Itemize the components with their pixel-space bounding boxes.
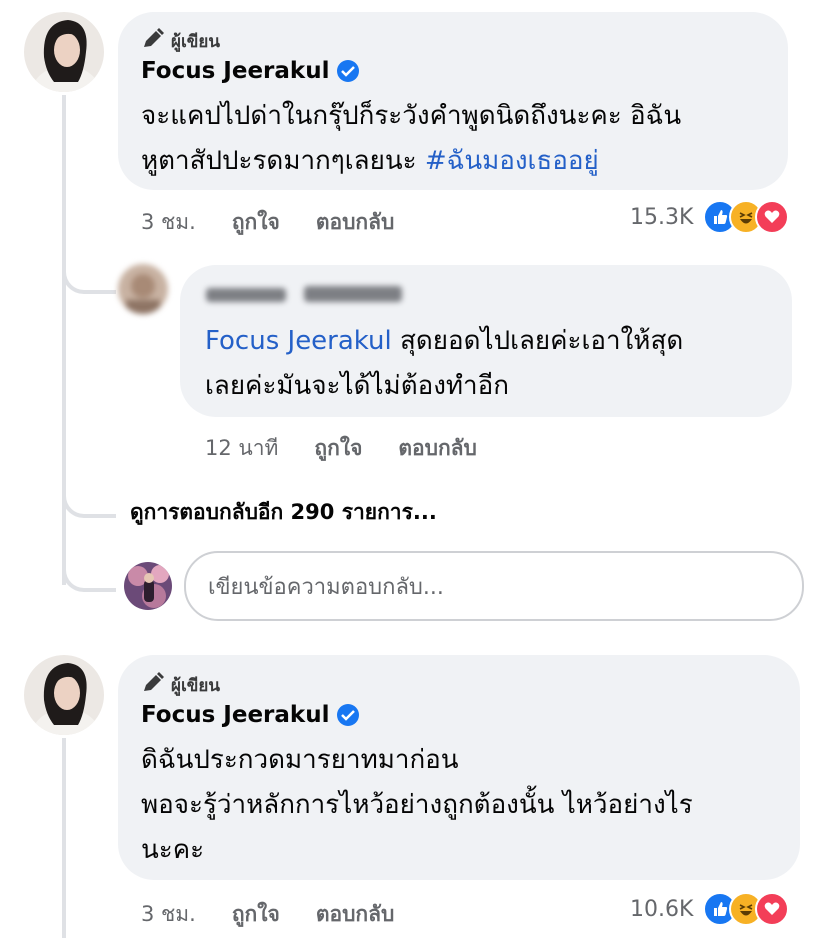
thread-line <box>62 95 66 585</box>
replier-name-redacted[interactable] <box>206 284 402 304</box>
thread-elbow <box>62 248 116 294</box>
reply-button[interactable]: ตอบกลับ <box>316 898 395 931</box>
view-more-replies-link[interactable]: ดูการตอบกลับอีก 290 รายการ... <box>130 496 437 529</box>
reply-input[interactable]: เขียนข้อความตอบกลับ... <box>184 551 804 621</box>
author-name[interactable]: Focus Jeerakul <box>141 702 329 728</box>
verified-icon <box>337 60 360 82</box>
reply-button[interactable]: ตอบกลับ <box>316 206 395 239</box>
comment-actions: 3 ชม. ถูกใจ ตอบกลับ <box>141 206 394 239</box>
comment-text-line: นะคะ <box>141 835 205 865</box>
reply-actions: 12 นาที ถูกใจ ตอบกลับ <box>205 432 477 465</box>
reply-text: Focus Jeerakul สุดยอดไปเลยค่ะเอาให้สุด เ… <box>205 319 785 409</box>
author-name[interactable]: Focus Jeerakul <box>141 58 329 84</box>
reaction-count: 10.6K <box>630 896 694 922</box>
like-button[interactable]: ถูกใจ <box>232 898 280 931</box>
comment-time[interactable]: 3 ชม. <box>141 206 196 239</box>
comment-text-line: จะแคปไปด่าในกรุ๊ปก็ระวังคำพูดนิดถึงนะคะ … <box>141 101 682 131</box>
love-reaction-icon <box>755 892 790 926</box>
pen-badge-icon <box>141 672 165 699</box>
comment-text: ดิฉันประกวดมารยาทมาก่อน พอจะรู้ว่าหลักกา… <box>141 738 791 873</box>
pen-badge-icon <box>141 28 165 55</box>
author-badge-label: ผู้เขียน <box>171 32 220 52</box>
reaction-summary[interactable]: 15.3K <box>630 200 790 234</box>
current-user-avatar <box>124 562 172 610</box>
reply-input-placeholder: เขียนข้อความตอบกลับ... <box>208 574 444 600</box>
reaction-summary[interactable]: 10.6K <box>630 892 790 926</box>
comment-author[interactable]: Focus Jeerakul <box>141 702 360 728</box>
reply-reply-button[interactable]: ตอบกลับ <box>398 432 477 465</box>
thread-line <box>62 738 66 938</box>
author-badge: ผู้เขียน <box>141 28 220 55</box>
reply-time[interactable]: 12 นาที <box>205 432 278 465</box>
comment-text-line: พอจะรู้ว่าหลักการไหว้อย่างถูกต้องนั้น ไห… <box>141 790 693 820</box>
thread-elbow <box>62 470 116 518</box>
mention-link[interactable]: Focus Jeerakul <box>205 326 392 356</box>
reply-text-line: Focus Jeerakul สุดยอดไปเลยค่ะเอาให้สุด <box>205 319 785 364</box>
author-badge: ผู้เขียน <box>141 672 220 699</box>
author-badge-label: ผู้เขียน <box>171 676 220 696</box>
author-avatar[interactable] <box>24 12 104 92</box>
reply-like-button[interactable]: ถูกใจ <box>314 432 362 465</box>
thread-elbow <box>62 548 116 592</box>
reaction-count: 15.3K <box>630 204 694 230</box>
hashtag-link[interactable]: #ฉันมองเธออยู่ <box>425 146 599 176</box>
reply-text-part: สุดยอดไปเลยค่ะเอาให้สุด <box>391 326 684 356</box>
comment-time[interactable]: 3 ชม. <box>141 898 196 931</box>
comment-text-line: ดิฉันประกวดมารยาทมาก่อน <box>141 745 459 775</box>
author-avatar[interactable] <box>24 655 104 735</box>
replier-avatar[interactable] <box>118 264 168 314</box>
comment-author[interactable]: Focus Jeerakul <box>141 58 360 84</box>
love-reaction-icon <box>755 200 790 234</box>
comment-text: จะแคปไปด่าในกรุ๊ปก็ระวังคำพูดนิดถึงนะคะ … <box>141 94 781 184</box>
verified-icon <box>337 704 360 726</box>
reply-text-line: เลยค่ะมันจะได้ไม่ต้องทำอีก <box>205 371 509 401</box>
comment-text-line: หูตาสัปปะรดมากๆเลยนะ #ฉันมองเธออยู่ <box>141 139 781 184</box>
like-button[interactable]: ถูกใจ <box>232 206 280 239</box>
comment-text-part: หูตาสัปปะรดมากๆเลยนะ <box>141 146 425 176</box>
comment-actions: 3 ชม. ถูกใจ ตอบกลับ <box>141 898 394 931</box>
